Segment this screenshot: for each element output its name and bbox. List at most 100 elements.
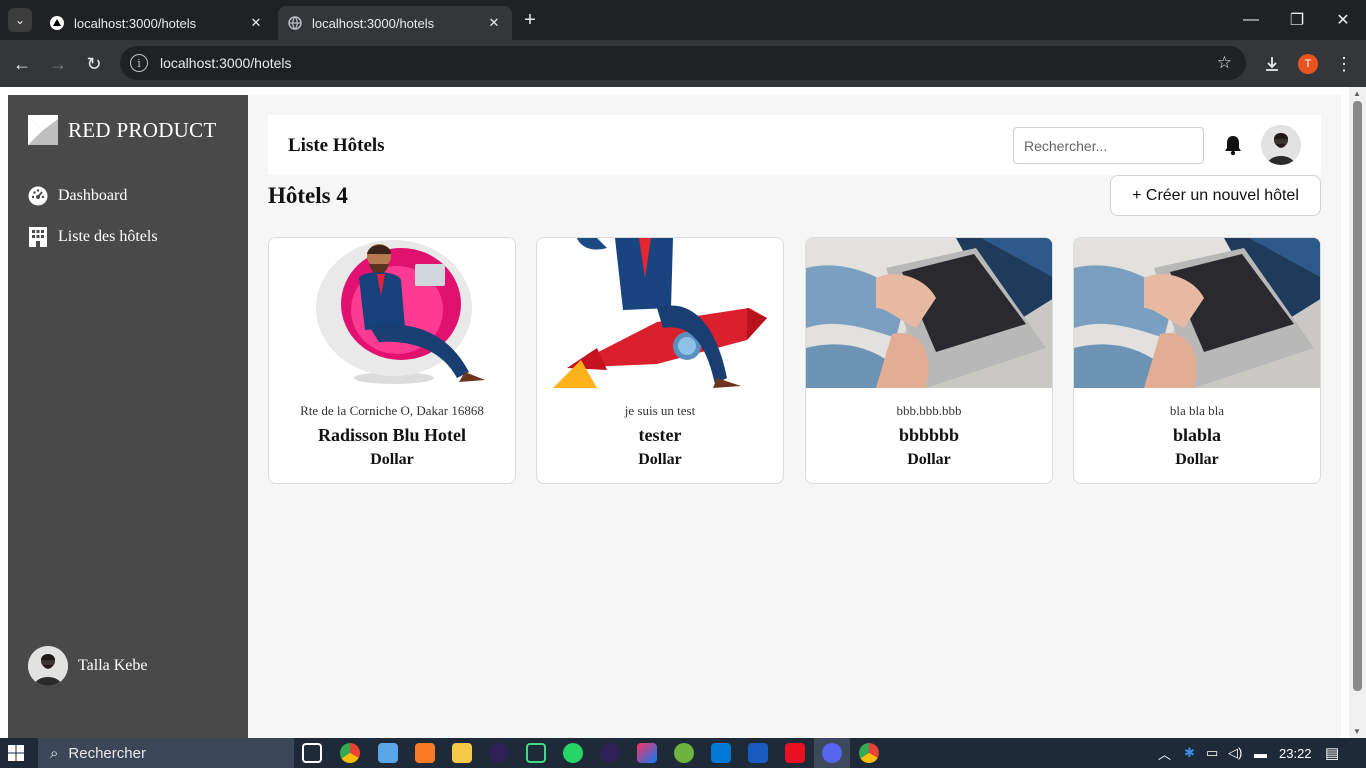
restore-icon[interactable]: ❐ — [1274, 0, 1320, 40]
address-bar[interactable]: i localhost:3000/hotels ☆ — [120, 46, 1246, 80]
hotel-currency: Dollar — [638, 451, 682, 468]
hotel-image-man-on-rocket — [537, 238, 783, 388]
hotel-address: je suis un test — [624, 403, 696, 418]
hotel-card[interactable]: je suis un test tester Dollar — [536, 237, 784, 484]
task-view-icon[interactable] — [302, 743, 322, 763]
tab-close-icon[interactable]: ✕ — [248, 15, 264, 31]
sidebar-item-hotels[interactable]: Liste des hôtels — [28, 216, 238, 257]
hotel-image-hands-on-laptop — [806, 238, 1052, 388]
sidebar-item-dashboard[interactable]: Dashboard — [28, 175, 238, 216]
sidebar-user[interactable]: Talla Kebe — [28, 646, 148, 686]
scroll-up-icon[interactable]: ▲ — [1353, 89, 1361, 98]
sidebar-item-label: Dashboard — [58, 186, 128, 204]
new-tab-button[interactable]: + — [518, 8, 542, 32]
hotel-address: bbb.bbb.bbb — [896, 403, 962, 418]
page-viewport: RED PRODUCT Dashboard Liste des hôtels T… — [0, 87, 1366, 738]
hotel-currency: Dollar — [907, 451, 951, 468]
recorder-icon[interactable] — [785, 743, 805, 763]
word-icon[interactable] — [748, 743, 768, 763]
browser-toolbar: ← → ↻ i localhost:3000/hotels ☆ T ⋮ — [0, 40, 1366, 87]
forward-icon[interactable]: → — [44, 50, 72, 78]
hotel-name: bbbbbb — [898, 425, 960, 445]
hotel-image-hands-on-laptop — [1074, 238, 1320, 388]
avatar — [28, 646, 68, 686]
back-icon[interactable]: ← — [8, 50, 36, 78]
tray-chevron-icon[interactable]: ︿ — [1158, 738, 1171, 768]
download-icon[interactable] — [1258, 50, 1286, 78]
url-text[interactable]: localhost:3000/hotels — [160, 55, 1217, 71]
sidebar: RED PRODUCT Dashboard Liste des hôtels T… — [8, 95, 248, 738]
brand-name: RED PRODUCT — [68, 117, 217, 142]
bell-icon[interactable] — [1222, 134, 1244, 156]
browser-tab-bar: ⌄ localhost:3000/hotels ✕ localhost:3000… — [0, 0, 1366, 40]
vscode-icon[interactable] — [711, 743, 731, 763]
os-taskbar: ⌕ Rechercher ︿ ✱ ▭ ◁) ▬ 23:22 ▤ — [0, 738, 1366, 768]
android-studio-icon[interactable] — [526, 743, 546, 763]
hotel-card-grid: Rte de la Corniche O, Dakar 16868 Radiss… — [268, 237, 1321, 484]
search-input[interactable] — [1013, 127, 1204, 164]
window-close-icon[interactable]: ✕ — [1320, 0, 1366, 40]
page-title: Liste Hôtels — [288, 135, 385, 156]
scroll-down-icon[interactable]: ▼ — [1353, 727, 1361, 736]
hotel-card[interactable]: bla bla bla blabla Dollar — [1073, 237, 1321, 484]
spring-icon[interactable] — [674, 743, 694, 763]
jetbrains-icon[interactable] — [637, 743, 657, 763]
top-bar: Liste Hôtels — [268, 115, 1321, 175]
xampp-icon[interactable] — [415, 743, 435, 763]
hotel-address: Rte de la Corniche O, Dakar 16868 — [300, 403, 484, 418]
page-scrollbar[interactable]: ▲ ▼ — [1349, 87, 1366, 738]
reload-icon[interactable]: ↻ — [80, 50, 108, 78]
brand[interactable]: RED PRODUCT — [28, 115, 217, 145]
hotel-name: Radisson Blu Hotel — [317, 425, 467, 445]
hotel-name: tester — [638, 425, 682, 445]
hotel-address: bla bla bla — [1169, 403, 1225, 418]
user-name: Talla Kebe — [78, 657, 148, 674]
nextjs-triangle-icon — [50, 16, 64, 30]
chrome-icon[interactable] — [859, 743, 879, 763]
minimize-icon[interactable]: — — [1228, 0, 1274, 40]
bluetooth-icon[interactable]: ✱ — [1184, 738, 1195, 768]
site-info-icon[interactable]: i — [130, 54, 148, 72]
globe-icon — [288, 16, 302, 30]
file-explorer-icon[interactable] — [452, 743, 472, 763]
eclipse-icon[interactable] — [489, 743, 509, 763]
clock[interactable]: 23:22 — [1279, 738, 1312, 768]
whatsapp-icon[interactable] — [563, 743, 583, 763]
notification-center-icon[interactable]: ▤ — [1325, 738, 1339, 768]
taskbar-search-label: Rechercher — [68, 744, 146, 762]
building-icon — [28, 226, 48, 247]
create-hotel-button[interactable]: + Créer un nouvel hôtel — [1110, 175, 1321, 216]
browser-menu-icon[interactable]: ⋮ — [1330, 50, 1358, 78]
sidebar-item-label: Liste des hôtels — [58, 227, 158, 245]
hotel-card[interactable]: bbb.bbb.bbb bbbbbb Dollar — [805, 237, 1053, 484]
taskbar-search[interactable]: ⌕ Rechercher — [38, 738, 294, 768]
bookmark-star-icon[interactable]: ☆ — [1217, 53, 1232, 73]
battery-icon[interactable]: ▬ — [1254, 738, 1267, 768]
tab-title: localhost:3000/hotels — [312, 15, 435, 31]
volume-icon[interactable]: ◁) — [1228, 738, 1242, 768]
profile-initial: T — [1298, 54, 1318, 74]
main-content: Liste Hôtels Hôtels 4 + Créer un nouvel … — [248, 95, 1341, 738]
search-icon: ⌕ — [50, 744, 59, 762]
hotel-image-man-in-egg-chair — [269, 238, 515, 388]
browser-tab-2[interactable]: localhost:3000/hotels ✕ — [278, 6, 512, 40]
hotel-currency: Dollar — [1175, 451, 1219, 468]
dashboard-icon — [28, 186, 48, 206]
hotel-currency: Dollar — [370, 451, 414, 468]
tab-search-dropdown-icon[interactable]: ⌄ — [8, 8, 32, 32]
tab-title: localhost:3000/hotels — [74, 15, 197, 31]
profile-avatar[interactable]: T — [1294, 50, 1322, 78]
sidebar-nav: Dashboard Liste des hôtels — [28, 175, 238, 257]
windows-start-icon[interactable] — [8, 745, 24, 761]
tab-close-icon[interactable]: ✕ — [486, 15, 502, 31]
discord-icon[interactable] — [822, 743, 842, 763]
notepad-icon[interactable] — [378, 743, 398, 763]
eclipse-icon[interactable] — [600, 743, 620, 763]
brand-logo-icon — [28, 115, 58, 145]
scrollbar-thumb[interactable] — [1353, 101, 1362, 691]
browser-tab-1[interactable]: localhost:3000/hotels ✕ — [40, 6, 274, 40]
avatar[interactable] — [1261, 125, 1301, 165]
hotel-card[interactable]: Rte de la Corniche O, Dakar 16868 Radiss… — [268, 237, 516, 484]
chrome-icon[interactable] — [340, 743, 360, 763]
network-icon[interactable]: ▭ — [1206, 738, 1218, 768]
